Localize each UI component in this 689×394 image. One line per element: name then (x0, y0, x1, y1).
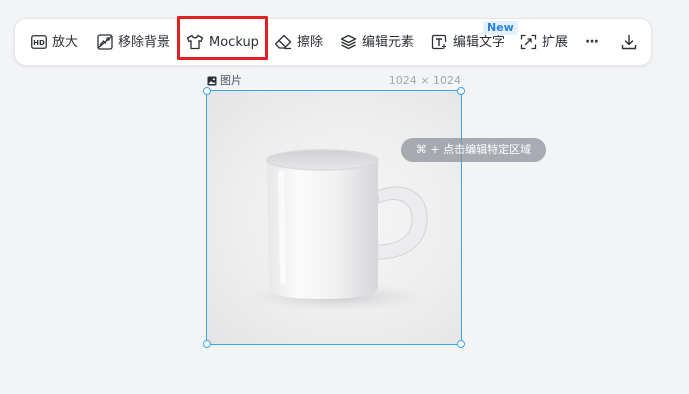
download-button[interactable] (621, 19, 637, 65)
edit-region-hint: ⌘ + 点击编辑特定区域 (401, 138, 546, 162)
svg-text:HD: HD (33, 39, 45, 47)
erase-button[interactable]: 擦除 (274, 19, 323, 65)
more-button[interactable]: ··· (585, 19, 599, 65)
toolbar: HD 放大 移除背景 Mockup 擦除 编辑元素 编辑文字 扩展 ··· (14, 18, 652, 66)
remove-background-button[interactable]: 移除背景 (97, 19, 170, 65)
mockup-label: Mockup (209, 34, 259, 50)
expand-label: 扩展 (542, 34, 569, 50)
resize-handle-bottom-right[interactable] (457, 340, 465, 348)
resize-handle-top-right[interactable] (457, 87, 465, 95)
edit-text-label: 编辑文字 (453, 34, 506, 50)
image-header: 图片 1024 × 1024 (207, 74, 461, 88)
tshirt-icon (186, 34, 204, 50)
new-badge: New (483, 21, 518, 35)
image-icon (207, 76, 217, 86)
remove-background-label: 移除背景 (118, 34, 171, 50)
resize-handle-bottom-left[interactable] (203, 340, 211, 348)
expand-icon (520, 34, 537, 50)
download-icon (621, 34, 637, 50)
upscale-label: 放大 (52, 34, 79, 50)
erase-label: 擦除 (297, 34, 324, 50)
remove-background-icon (97, 34, 113, 50)
upscale-button[interactable]: HD 放大 (31, 19, 78, 65)
mug-image (247, 149, 428, 311)
layers-icon (340, 34, 357, 50)
image-dimensions: 1024 × 1024 (388, 74, 461, 87)
edit-elements-label: 编辑元素 (362, 34, 415, 50)
resize-handle-top-left[interactable] (203, 87, 211, 95)
image-label: 图片 (207, 74, 242, 88)
edit-elements-button[interactable]: 编辑元素 (340, 19, 414, 65)
more-icon: ··· (585, 34, 599, 50)
eraser-icon (274, 34, 292, 50)
image-canvas[interactable] (207, 91, 461, 344)
expand-button[interactable]: 扩展 (520, 19, 568, 65)
text-box-icon (431, 34, 447, 50)
hd-icon: HD (31, 35, 47, 49)
image-label-text: 图片 (220, 74, 242, 87)
mockup-button[interactable]: Mockup (186, 19, 259, 65)
